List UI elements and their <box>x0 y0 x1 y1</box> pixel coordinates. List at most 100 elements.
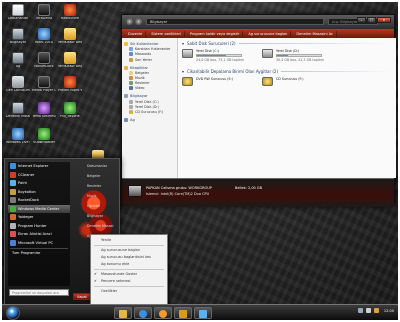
menu-item-window-tab[interactable]: Pencere sekmesi <box>91 278 167 285</box>
desktop-icon-live-mail[interactable]: Windows Live Mail <box>6 128 30 145</box>
close-button[interactable]: ✕ <box>377 17 391 23</box>
taskbar-button-media[interactable] <box>154 307 172 319</box>
program-internet-explorer[interactable]: Internet Explorer <box>8 162 70 171</box>
divider <box>94 269 164 270</box>
menu-item-properties[interactable]: Ozellikler <box>91 288 167 295</box>
desktop-icon-folder-2[interactable]: YeniKlasor Belgesi (2) <box>58 52 82 69</box>
nav-item-drive-f[interactable]: CD Surucusu (F:) <box>124 109 175 114</box>
nav-item-pictures[interactable]: Resimler <box>124 81 175 86</box>
nav-item-recent[interactable]: Son Yerler <box>124 57 175 62</box>
start-link-belgeler[interactable]: Belgeler <box>87 173 119 179</box>
desktop-icon-theme[interactable]: Prolom Night Windows 7 <box>58 76 82 93</box>
drive-free-space: 30,4 GB bos, 41,3 GB toplam <box>276 58 324 62</box>
ie-icon <box>10 163 16 170</box>
program-rocketdock[interactable]: RocketDock <box>8 196 70 205</box>
window-titlebar[interactable]: ‹ › Bilgisayar Ara: Bilgisayar – □ ✕ <box>122 15 394 29</box>
start-search-input[interactable]: Programlari ve dosyalari ara <box>9 289 69 296</box>
processor-label: Islemci: <box>146 192 160 196</box>
start-link-documents[interactable]: Dokumanlar <box>87 163 119 169</box>
drive-c[interactable]: Yerel Disk (C:) 24,0 GB bos, 73,1 GB top… <box>182 49 252 62</box>
program-ccleaner[interactable]: CCleaner <box>8 171 70 180</box>
desktop[interactable]: Dokumanlar TeraDekst RadioStore Bilgisay… <box>2 2 398 320</box>
taskbar-button-paint[interactable] <box>194 307 212 319</box>
program-paint[interactable]: Paint <box>8 179 70 188</box>
removable-section-header[interactable]: ▾ Cikarilabilir Depolama Birimi Olan Ayg… <box>182 69 392 74</box>
nav-computer[interactable]: Bilgisayar <box>124 94 175 99</box>
network-tray-icon[interactable] <box>357 308 363 313</box>
desktop-icon-recycle-bin[interactable]: Geri Donusum <box>6 76 30 93</box>
start-menu-programs: Internet Explorer CCleaner Paint Boykotl… <box>8 162 70 286</box>
taskbar-button-explorer[interactable] <box>114 307 132 319</box>
theme-tab-icon <box>38 102 50 114</box>
program-media-center[interactable]: Windows Media Center <box>8 204 70 213</box>
desktop-icon-pixi[interactable]: Pixi_Rezone <box>58 102 82 119</box>
start-link-pictures[interactable]: Resimler <box>87 183 119 189</box>
uninstall-program-button[interactable]: Program kaldir veya degistir <box>187 30 244 37</box>
library-icon <box>124 65 128 70</box>
drive-name: DVD RW Surucusu (E:) <box>196 77 233 81</box>
volume-icon[interactable] <box>365 308 371 313</box>
desktop-icon-media-player[interactable]: Media Player Classic <box>32 76 56 93</box>
drive-name: Yerel Disk (D:) <box>276 49 300 53</box>
snipping-icon <box>10 231 16 238</box>
start-button[interactable] <box>6 306 20 320</box>
nav-libraries[interactable]: Kitapliklar <box>124 65 175 70</box>
back-button[interactable]: ‹ <box>126 18 133 25</box>
address-bar[interactable]: Bilgisayar <box>146 18 324 25</box>
menu-item-map-drive[interactable]: Ag surucusune baglan <box>91 247 167 254</box>
desktop-icon-documents[interactable]: Dokumanlar <box>6 4 30 21</box>
details-pane: PAPKAN Calisma grubu: WORKGROUP Islemci:… <box>122 178 394 207</box>
all-programs-button[interactable]: Tum Programlar <box>8 250 70 256</box>
drive-f[interactable]: CD Surucusu (F:) <box>262 77 332 86</box>
clock[interactable]: 12:00 <box>384 309 394 313</box>
desktop-icon-network[interactable]: Ag <box>6 52 30 69</box>
forward-button[interactable]: › <box>135 18 142 25</box>
nav-item-drive-d[interactable]: Yerel Disk (D:) <box>124 104 175 109</box>
nav-item-drive-c[interactable]: Yerel Disk (C:) <box>124 99 175 104</box>
maximize-button[interactable]: □ <box>367 17 376 23</box>
menu-item-add-network-location[interactable]: Ag konumu ekle <box>91 261 167 268</box>
hdd-section-header[interactable]: ▾ Sabit Disk Suruculeri (2) <box>182 41 392 46</box>
menu-item-show-on-desktop[interactable]: Masaustunde Goster <box>91 271 167 278</box>
control-panel-icon <box>12 102 24 114</box>
desktop-icon-word[interactable]: Word 2010 <box>32 28 56 45</box>
nav-favorites[interactable]: Sik Kullanilanlar <box>124 42 175 46</box>
open-control-panel-button[interactable]: Denetim Masasini Ac <box>293 30 337 37</box>
desktop-icon-radiostore[interactable]: RadioStore <box>58 4 82 21</box>
nav-network[interactable]: Ag <box>124 117 175 122</box>
program-boykotlon[interactable]: Boykotlon <box>8 188 70 197</box>
desktop-icon-rocketdock[interactable]: RocketDock <box>32 52 56 69</box>
system-properties-button[interactable]: Sistem ozellikleri <box>148 30 185 37</box>
program-yoldeger[interactable]: Yoldeger <box>8 213 70 222</box>
taskbar-button-ie[interactable] <box>134 307 152 319</box>
drive-d[interactable]: Yerel Disk (D:) 30,4 GB bos, 41,3 GB top… <box>262 49 332 62</box>
start-link-games[interactable]: Oyunlar <box>87 203 119 209</box>
start-link-music[interactable]: Muzik <box>87 193 119 199</box>
start-link-control-panel[interactable]: Denetim Masasi <box>87 223 119 229</box>
program-hunter[interactable]: Program Hunter <box>8 222 70 231</box>
drive-e[interactable]: DVD RW Surucusu (E:) <box>182 77 252 86</box>
notification-icon[interactable] <box>373 308 379 313</box>
nav-item-downloads[interactable]: Karsidan Yuklenenler <box>124 47 175 52</box>
desktop-icon-teradekst[interactable]: TeraDekst <box>32 4 56 21</box>
taskbar-button-folder[interactable] <box>174 307 192 319</box>
explorer-window[interactable]: ‹ › Bilgisayar Ara: Bilgisayar – □ ✕ Duz… <box>121 14 396 207</box>
nav-item-desktop[interactable]: Masaustu <box>124 52 175 57</box>
program-snipping-tool[interactable]: Ekran Alintisi Araci <box>8 230 70 239</box>
desktop-icon-control-panel[interactable]: Denetim Masasi <box>6 102 30 119</box>
minimize-button[interactable]: – <box>357 17 366 23</box>
nav-item-music[interactable]: Muzik <box>124 75 175 80</box>
desktop-icon-downloader[interactable]: VDownloader <box>32 128 56 145</box>
shutdown-button[interactable]: Kapat <box>73 293 91 300</box>
map-network-drive-button[interactable]: Ag surucusune baglan <box>245 30 292 37</box>
organize-button[interactable]: Duzenle <box>125 30 147 37</box>
nav-item-documents[interactable]: Belgeler <box>124 70 175 75</box>
menu-item-refresh[interactable]: Yenile <box>91 237 167 244</box>
menu-item-disconnect-drive[interactable]: Ag surucusu baglantisini kes <box>91 254 167 261</box>
start-link-computer[interactable]: Bilgisayar <box>87 213 119 219</box>
desktop-icon-computer[interactable]: Bilgisayar <box>6 28 30 45</box>
program-virtual-pc[interactable]: Microsoft Virtual PC <box>8 239 70 248</box>
nav-item-videos[interactable]: Video <box>124 86 175 91</box>
desktop-icon-theme-tab[interactable]: Tema Sekmesi <box>32 102 56 119</box>
desktop-icon-folder-1[interactable]: YeniKlasor Belgesi <box>58 28 82 45</box>
